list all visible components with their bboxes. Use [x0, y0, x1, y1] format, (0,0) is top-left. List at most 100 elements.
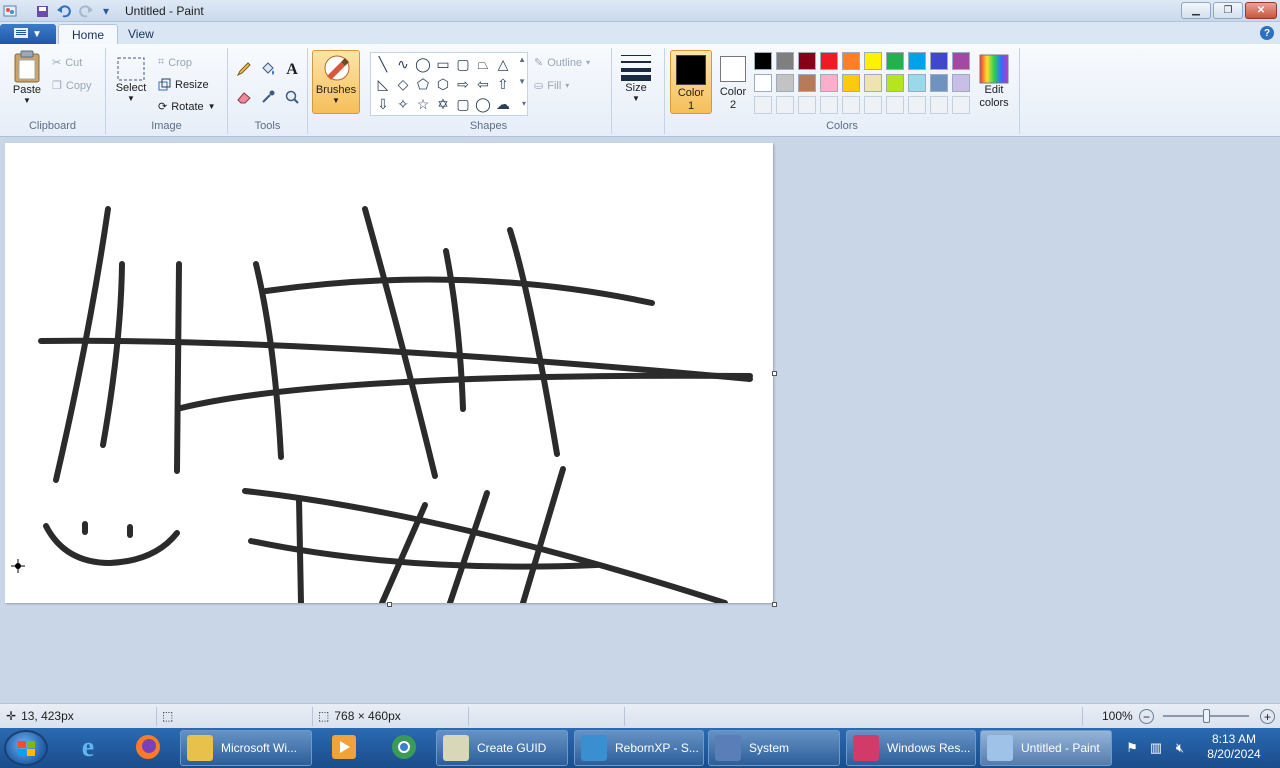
palette-swatch[interactable]: [776, 74, 794, 92]
palette-swatch[interactable]: [908, 74, 926, 92]
internet-explorer-pin[interactable]: e: [62, 730, 114, 766]
taskbar-task-button[interactable]: Create GUID: [436, 730, 568, 766]
custom-color-slot[interactable]: [798, 96, 816, 114]
line-shape-icon[interactable]: ╲: [374, 55, 392, 73]
help-icon[interactable]: ?: [1260, 26, 1274, 40]
triangle-shape-icon[interactable]: △: [494, 55, 512, 73]
resize-handle-right[interactable]: [772, 371, 777, 376]
tab-home[interactable]: Home: [58, 24, 119, 44]
size-button[interactable]: Size ▼: [616, 52, 656, 103]
magnifier-tool[interactable]: [282, 88, 302, 108]
select-button[interactable]: Select ▼: [114, 56, 148, 103]
hexagon-shape-icon[interactable]: ⬡: [434, 75, 452, 93]
palette-swatch[interactable]: [842, 52, 860, 70]
resize-handle-bottom[interactable]: [387, 602, 392, 607]
minimize-button[interactable]: ▁: [1181, 2, 1211, 19]
five-point-star-shape-icon[interactable]: ☆: [414, 95, 432, 113]
network-icon[interactable]: ▥: [1148, 740, 1164, 756]
palette-swatch[interactable]: [820, 74, 838, 92]
maximize-button[interactable]: ❐: [1213, 2, 1243, 19]
taskbar-task-button[interactable]: Untitled - Paint: [980, 730, 1112, 766]
color1-button[interactable]: Color 1: [670, 50, 712, 114]
palette-swatch[interactable]: [886, 74, 904, 92]
close-button[interactable]: ✕: [1245, 2, 1277, 19]
gallery-scroll-up-icon[interactable]: ▲: [518, 55, 526, 64]
palette-swatch[interactable]: [820, 52, 838, 70]
palette-swatch[interactable]: [952, 74, 970, 92]
taskbar-task-button[interactable]: Microsoft Wi...: [180, 730, 312, 766]
palette-swatch[interactable]: [754, 74, 772, 92]
custom-color-slot[interactable]: [864, 96, 882, 114]
palette-swatch[interactable]: [864, 52, 882, 70]
palette-swatch[interactable]: [798, 74, 816, 92]
edit-colors-button[interactable]: Edit colors: [977, 54, 1011, 110]
diamond-shape-icon[interactable]: ◇: [394, 75, 412, 93]
color2-button[interactable]: Color 2: [713, 50, 753, 114]
custom-color-slot[interactable]: [842, 96, 860, 114]
palette-swatch[interactable]: [754, 52, 772, 70]
resize-button[interactable]: Resize: [158, 78, 209, 91]
drawing-canvas[interactable]: [5, 143, 773, 603]
custom-color-slot[interactable]: [930, 96, 948, 114]
paint-menu-button[interactable]: ▼: [0, 24, 56, 44]
save-icon[interactable]: [34, 3, 50, 19]
customize-qat-icon[interactable]: ▾: [98, 3, 114, 19]
resize-handle-corner[interactable]: [772, 602, 777, 607]
fill-tool[interactable]: [258, 60, 278, 80]
color-picker-tool[interactable]: [258, 88, 278, 108]
taskbar-task-button[interactable]: System: [708, 730, 840, 766]
taskbar-task-button[interactable]: RebornXP - S...: [574, 730, 704, 766]
oval-callout-shape-icon[interactable]: ◯: [474, 95, 492, 113]
text-tool[interactable]: A: [282, 60, 302, 80]
paste-button[interactable]: Paste ▼: [8, 50, 46, 105]
fill-button[interactable]: ⛀ Fill ▾: [534, 79, 569, 93]
action-center-flag-icon[interactable]: ⚑: [1124, 740, 1140, 756]
zoom-slider[interactable]: [1163, 709, 1249, 723]
gallery-scroll-down-icon[interactable]: ▼: [518, 77, 526, 86]
rounded-callout-shape-icon[interactable]: ▢: [454, 95, 472, 113]
brushes-button[interactable]: Brushes ▼: [312, 50, 360, 114]
volume-muted-icon[interactable]: 🔇︎: [1172, 740, 1188, 756]
outline-button[interactable]: ✎ Outline ▾: [534, 56, 590, 70]
rounded-rectangle-shape-icon[interactable]: ▢: [454, 55, 472, 73]
start-button[interactable]: [4, 730, 48, 766]
custom-color-slot[interactable]: [754, 96, 772, 114]
palette-swatch[interactable]: [886, 52, 904, 70]
taskbar-task-button[interactable]: Windows Res...: [846, 730, 976, 766]
palette-swatch[interactable]: [864, 74, 882, 92]
six-point-star-shape-icon[interactable]: ✡: [434, 95, 452, 113]
zoom-slider-thumb[interactable]: [1203, 709, 1210, 723]
chrome-pin[interactable]: [378, 730, 430, 766]
palette-swatch[interactable]: [842, 74, 860, 92]
custom-color-slot[interactable]: [886, 96, 904, 114]
palette-swatch[interactable]: [776, 52, 794, 70]
copy-button[interactable]: ❐ Copy: [52, 79, 92, 93]
palette-swatch[interactable]: [930, 74, 948, 92]
custom-color-slot[interactable]: [908, 96, 926, 114]
palette-swatch[interactable]: [930, 52, 948, 70]
right-arrow-shape-icon[interactable]: ⇨: [454, 75, 472, 93]
right-triangle-shape-icon[interactable]: ◺: [374, 75, 392, 93]
eraser-tool[interactable]: [234, 88, 254, 108]
pentagon-shape-icon[interactable]: ⬠: [414, 75, 432, 93]
rotate-button[interactable]: ⟳ Rotate ▼: [158, 100, 216, 114]
crop-button[interactable]: ⌗ Crop: [158, 56, 192, 69]
firefox-pin[interactable]: [122, 730, 174, 766]
zoom-in-button[interactable]: +: [1260, 709, 1275, 724]
rectangle-shape-icon[interactable]: ▭: [434, 55, 452, 73]
pencil-tool[interactable]: [234, 60, 254, 80]
cloud-callout-shape-icon[interactable]: ☁: [494, 95, 512, 113]
oval-shape-icon[interactable]: ◯: [414, 55, 432, 73]
cut-button[interactable]: ✂ Cut: [52, 56, 82, 70]
zoom-out-button[interactable]: −: [1139, 709, 1154, 724]
redo-icon[interactable]: [78, 3, 94, 19]
media-player-pin[interactable]: [318, 730, 370, 766]
left-arrow-shape-icon[interactable]: ⇦: [474, 75, 492, 93]
palette-swatch[interactable]: [908, 52, 926, 70]
up-arrow-shape-icon[interactable]: ⇧: [494, 75, 512, 93]
curve-shape-icon[interactable]: ∿: [394, 55, 412, 73]
palette-swatch[interactable]: [952, 52, 970, 70]
four-point-star-shape-icon[interactable]: ✧: [394, 95, 412, 113]
clock[interactable]: 8:13 AM 8/20/2024: [1198, 732, 1270, 762]
tab-view[interactable]: View: [115, 24, 167, 44]
